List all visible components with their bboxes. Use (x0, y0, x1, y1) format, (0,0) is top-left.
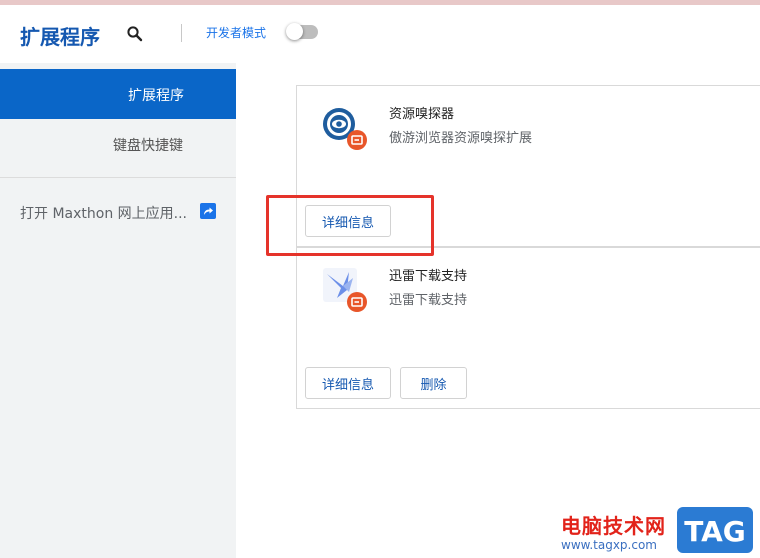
watermark-site-name: 电脑技术网 (561, 514, 666, 538)
open-store-link[interactable]: 打开 Maxthon 网上应用... (0, 193, 236, 229)
watermark-url: www.tagxp.com (561, 538, 657, 552)
sidebar-item-label: 扩展程序 (128, 88, 184, 104)
page-header: 扩展程序 开发者模式 (0, 5, 760, 63)
extension-name: 迅雷下载支持 (389, 269, 468, 284)
extension-description: 迅雷下载支持 (389, 293, 468, 308)
open-store-label: 打开 Maxthon 网上应用... (20, 206, 187, 222)
extension-card-xunlei: 迅雷下载支持 迅雷下载支持 详细信息 删除 (296, 247, 760, 409)
developer-mode-label: 开发者模式 (206, 26, 267, 40)
sidebar-divider (0, 177, 236, 178)
extension-description: 傲游浏览器资源嗅探扩展 (389, 131, 533, 146)
extension-name: 资源嗅探器 (389, 107, 455, 122)
tag-logo-text: TAG (684, 515, 746, 548)
tag-logo-icon: TAG (677, 507, 753, 553)
external-link-icon (200, 203, 216, 219)
sidebar: 扩展程序 键盘快捷键 打开 Maxthon 网上应用... (0, 69, 236, 558)
highlight-box (266, 195, 434, 256)
remove-button[interactable]: 删除 (400, 367, 467, 399)
header-divider (181, 24, 182, 42)
sidebar-item-extensions[interactable]: 扩展程序 (0, 69, 236, 119)
sidebar-item-keyboard-shortcuts[interactable]: 键盘快捷键 (0, 119, 236, 177)
eye-logo-icon (323, 108, 367, 150)
sidebar-item-label: 键盘快捷键 (113, 138, 183, 154)
bird-logo-icon (323, 268, 367, 312)
search-icon[interactable] (126, 25, 144, 43)
toggle-knob (286, 23, 303, 40)
details-button[interactable]: 详细信息 (305, 367, 391, 399)
developer-mode-toggle[interactable] (286, 23, 318, 40)
page-title: 扩展程序 (20, 25, 100, 49)
